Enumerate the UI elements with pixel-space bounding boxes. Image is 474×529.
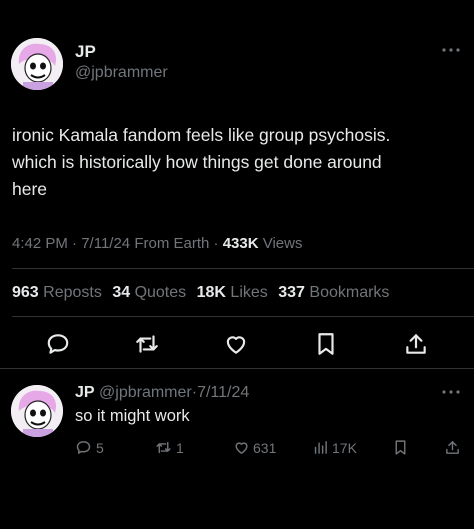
divider [0, 368, 474, 369]
like-icon[interactable] [223, 331, 249, 357]
author-handle[interactable]: @jpbrammer [75, 64, 168, 82]
tweet-source: From Earth [134, 235, 210, 252]
reply-icon [75, 439, 92, 456]
divider [12, 268, 474, 269]
reply-date[interactable]: 7/11/24 [197, 384, 249, 401]
quotes-stat[interactable]: 34 Quotes [112, 284, 186, 301]
reply-author-name[interactable]: JP [75, 384, 95, 401]
share-icon[interactable] [444, 439, 461, 456]
separator: · [213, 235, 219, 252]
tweet-text-line: which is historically how things get don… [12, 152, 382, 172]
reposts-stat[interactable]: 963 Reposts [12, 284, 102, 301]
reply-reply-action[interactable]: 5 [75, 439, 104, 456]
separator: · [72, 235, 78, 252]
reposts-count: 963 [12, 284, 39, 301]
more-horizontal-icon[interactable] [441, 46, 461, 54]
reply-text: so it might work [75, 407, 190, 425]
tweet-time[interactable]: 4:42 PM [12, 235, 68, 252]
repost-count: 1 [176, 439, 184, 456]
views-count: 433K [222, 235, 259, 252]
quotes-label: Quotes [134, 284, 187, 301]
more-horizontal-icon[interactable] [441, 388, 461, 396]
tweet-meta: 4:42 PM · 7/11/24 From Earth · 433K View… [12, 235, 302, 252]
tweet-text-line: ironic Kamala fandom feels like group ps… [12, 125, 391, 145]
likes-stat[interactable]: 18K Likes [197, 284, 268, 301]
views-label: Views [262, 235, 303, 252]
like-icon [233, 439, 250, 456]
reply-repost-action[interactable]: 1 [154, 439, 184, 456]
avatar-illustration [11, 385, 63, 437]
bookmark-icon[interactable] [313, 331, 339, 357]
author-avatar[interactable] [11, 38, 63, 90]
tweet-text: ironic Kamala fandom feels like group ps… [12, 122, 390, 203]
bookmarks-count: 337 [278, 284, 305, 301]
views-chart-icon [312, 439, 329, 456]
reply-like-action[interactable]: 631 [233, 439, 276, 456]
reply-icon[interactable] [45, 331, 71, 357]
reply-header: JP @jpbrammer·7/11/24 [75, 384, 249, 402]
share-icon[interactable] [403, 331, 429, 357]
repost-icon[interactable] [133, 331, 161, 357]
reply-views-action[interactable]: 17K [312, 439, 357, 456]
bookmark-icon[interactable] [392, 439, 409, 456]
bookmarks-label: Bookmarks [309, 284, 390, 301]
like-count: 631 [253, 439, 277, 456]
likes-count: 18K [196, 284, 226, 301]
reply-author-handle[interactable]: @jpbrammer [99, 384, 192, 401]
tweet-stats: 963 Reposts 34 Quotes 18K Likes 337 Book… [12, 284, 389, 302]
author-name[interactable]: JP [75, 42, 96, 62]
tweet-text-line: here [12, 179, 48, 199]
divider [12, 316, 474, 317]
views-count: 17K [332, 439, 357, 456]
likes-label: Likes [230, 284, 268, 301]
avatar-illustration [11, 38, 63, 90]
repost-icon [154, 439, 173, 456]
quotes-count: 34 [112, 284, 131, 301]
tweet-date[interactable]: 7/11/24 [81, 235, 130, 252]
bookmarks-stat[interactable]: 337 Bookmarks [278, 284, 389, 301]
reply-count: 5 [96, 439, 104, 456]
reply-author-avatar[interactable] [11, 385, 63, 437]
reposts-label: Reposts [43, 284, 102, 301]
